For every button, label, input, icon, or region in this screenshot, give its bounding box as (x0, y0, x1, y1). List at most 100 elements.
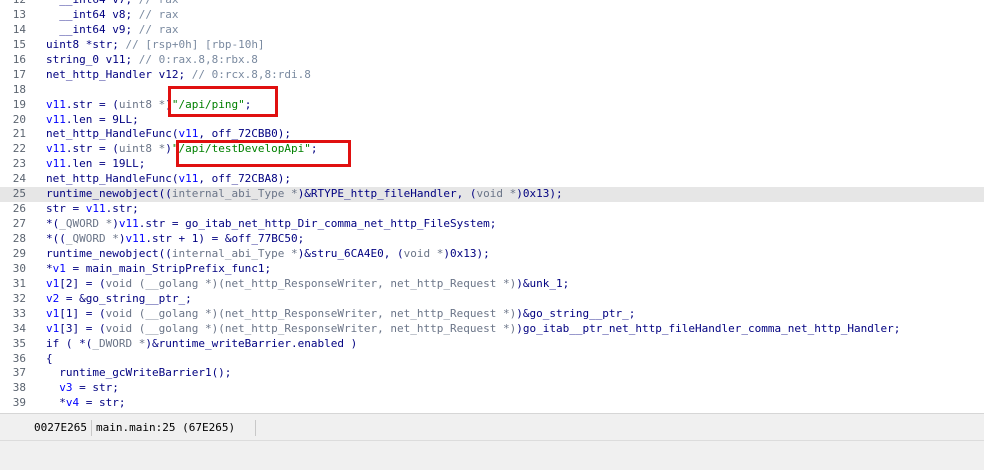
code-token: // [rsp+0h] [rbp-10h] (125, 37, 265, 51)
code-token: v3 (59, 381, 73, 395)
line-number: 28 (12, 232, 26, 245)
line-number: 20 (12, 112, 26, 126)
line-number: 31 (12, 276, 26, 290)
code-token: , off_72CBA8); (198, 172, 292, 186)
code-line[interactable]: 29 runtime_newobject((internal_abi_Type *… (0, 247, 984, 262)
code-line[interactable]: 18 (0, 83, 984, 98)
code-line[interactable]: 12 __int64 v7; // rax (0, 0, 984, 8)
line-number: 35 (12, 336, 26, 350)
code-token: void (__golang *)(net_http_ResponseWrite… (105, 306, 517, 320)
line-number: 21 (12, 127, 26, 141)
code-text: *v4 = str; (46, 396, 125, 411)
code-token: void * (403, 246, 444, 260)
line-number: 39 (12, 396, 26, 410)
string-literal: "/api/testDevelopApi" (171, 142, 311, 156)
code-line[interactable]: 23 v11.len = 19LL; (0, 157, 984, 172)
code-line[interactable]: 25 runtime_newobject((internal_abi_Type *… (0, 187, 984, 203)
code-line[interactable]: 27 *(_QWORD *)v11.str = go_itab_net_http_… (0, 217, 984, 232)
code-line[interactable]: 36 { (0, 352, 984, 367)
status-bar: 0027E265 main.main:25 (67E265) (0, 413, 984, 440)
code-token: )0x13); (516, 187, 563, 201)
code-token: __int64 v7; (46, 0, 139, 6)
line-number: 18 (12, 82, 26, 96)
code-line[interactable]: 37 runtime_gcWriteBarrier1(); (0, 366, 984, 381)
code-token: runtime_newobject(( (46, 246, 172, 260)
code-line[interactable]: 14 __int64 v9; // rax (0, 23, 984, 38)
code-token: _QWORD * (59, 217, 113, 231)
code-line[interactable]: 21 net_http_HandleFunc(v11, off_72CBB0); (0, 127, 984, 142)
code-token: )0x13); (443, 246, 490, 260)
code-text: *(_QWORD *)v11.str = go_itab_net_http_Di… (46, 217, 496, 232)
line-number: 13 (12, 7, 26, 21)
code-line[interactable]: 35 if ( *(_DWORD *)&runtime_writeBarrier.… (0, 337, 984, 352)
code-token: runtime_newobject(( (46, 187, 172, 201)
code-token: )&runtime_writeBarrier.enabled ) (145, 336, 358, 350)
code-token: v1 (46, 321, 60, 335)
code-line[interactable]: 13 __int64 v8; // rax (0, 8, 984, 23)
code-token: net_http_Handler v12; (46, 67, 192, 81)
line-number: 14 (12, 22, 26, 36)
code-token: v1 (46, 276, 60, 290)
code-token: [1] = ( (59, 306, 106, 320)
code-token: ) (165, 97, 172, 111)
line-number: 15 (12, 37, 26, 51)
code-token: void (__golang *)(net_http_ResponseWrite… (105, 321, 517, 335)
code-token: // rax (139, 0, 179, 6)
code-line[interactable]: 17 net_http_Handler v12; // 0:rcx.8,8:rdi… (0, 68, 984, 83)
code-token: *(( (46, 232, 66, 245)
code-text: str = v11.str; (46, 202, 139, 217)
code-token: [2] = ( (59, 276, 106, 290)
code-line[interactable]: 22 v11.str = (uint8 *)"/api/testDevelopAp… (0, 142, 984, 157)
code-token: internal_abi_Type * (171, 187, 298, 201)
line-number: 22 (12, 142, 26, 156)
code-token: str = (46, 202, 86, 216)
code-token: // rax (138, 22, 179, 36)
code-line[interactable]: 20 v11.len = 9LL; (0, 113, 984, 128)
pseudocode-view[interactable]: 12 __int64 v7; // rax13 __int64 v8; // r… (0, 0, 984, 413)
code-text: *v1 = main_main_StripPrefix_func1; (46, 262, 271, 277)
code-token: v4 (65, 396, 80, 410)
code-token: v2 (46, 291, 60, 305)
code-token: v11 (46, 97, 66, 111)
code-line[interactable]: 24 net_http_HandleFunc(v11, off_72CBA8); (0, 172, 984, 187)
code-line[interactable]: 26 str = v11.str; (0, 202, 984, 217)
code-line[interactable]: 39 *v4 = str; (0, 396, 984, 411)
line-number: 27 (12, 217, 26, 231)
code-token: v11 (46, 112, 66, 126)
code-token: .str = ( (65, 142, 119, 156)
code-line[interactable]: 38 v3 = str; (0, 381, 984, 396)
code-text: __int64 v8; // rax (46, 8, 178, 23)
code-token: .len = 19LL; (65, 157, 146, 171)
code-token: { (46, 351, 53, 365)
code-text: v11.len = 9LL; (46, 113, 139, 128)
code-token: v11 (178, 127, 199, 141)
code-token: // 0:rcx.8,8:rdi.8 (191, 67, 311, 81)
code-line[interactable]: 15 uint8 *str; // [rsp+0h] [rbp-10h] (0, 38, 984, 53)
code-text: net_http_HandleFunc(v11, off_72CBA8); (46, 172, 291, 187)
code-line[interactable]: 32 v2 = &go_string__ptr_; (0, 292, 984, 307)
code-token: * (46, 396, 66, 410)
line-number: 26 (12, 202, 26, 216)
code-text: v3 = str; (46, 381, 119, 396)
code-line[interactable]: 33 v1[1] = (void (__golang *)(net_http_Re… (0, 307, 984, 322)
code-token: net_http_HandleFunc( (46, 172, 179, 186)
line-number: 17 (12, 67, 26, 81)
code-text: v11.str = (uint8 *)"/api/testDevelopApi"… (46, 142, 318, 157)
code-line[interactable]: 16 string_0 v11; // 0:rax.8,8:rbx.8 (0, 53, 984, 68)
code-line[interactable]: 31 v1[2] = (void (__golang *)(net_http_Re… (0, 277, 984, 292)
code-line[interactable]: 19 v11.str = (uint8 *)"/api/ping"; (0, 98, 984, 113)
code-token: )&unk_1; (516, 276, 570, 290)
code-text: v11.len = 19LL; (46, 157, 145, 172)
code-token: .len = 9LL; (65, 112, 139, 126)
code-token: .str = go_itab_net_http_Dir_comma_net_ht… (138, 217, 497, 231)
code-line[interactable]: 34 v1[3] = (void (__golang *)(net_http_Re… (0, 322, 984, 337)
code-token: internal_abi_Type * (171, 246, 298, 260)
output-pane (0, 440, 984, 470)
code-line[interactable]: 30 *v1 = main_main_StripPrefix_func1; (0, 262, 984, 277)
line-number: 23 (12, 157, 26, 171)
code-token: // rax (138, 7, 179, 21)
code-token: = str; (72, 381, 119, 395)
code-text: runtime_newobject((internal_abi_Type *)&… (46, 187, 563, 202)
code-token: )go_itab__ptr_net_http_fileHandler_comma… (516, 321, 901, 335)
code-line[interactable]: 28 *((_QWORD *)v11.str + 1) = &off_77BC50… (0, 232, 984, 247)
